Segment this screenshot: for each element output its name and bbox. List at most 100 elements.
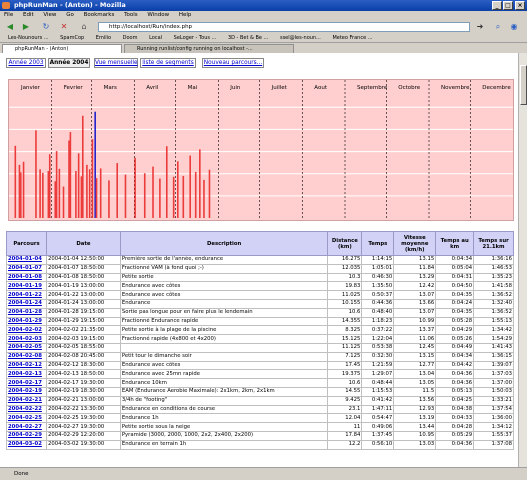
go-icon[interactable]: ➜ <box>474 21 486 33</box>
parcours-link[interactable]: 2004-02-21 <box>6 395 47 406</box>
address-bar[interactable]: http://localhost/Run/index.php <box>98 22 470 32</box>
run-time-21km: 1:41:58 <box>473 281 514 292</box>
link-nouveau-parcours[interactable]: Nouveau parcours... <box>202 58 264 68</box>
parcours-link[interactable]: 2004-01-07 <box>6 263 47 274</box>
run-description: Petit tour le dimanche soir <box>119 351 329 362</box>
tab-label: phpRunMan - (Anton) <box>15 46 69 52</box>
parcours-link[interactable]: 2004-02-17 <box>6 378 47 388</box>
col-distance[interactable]: Distance (km) <box>327 231 363 256</box>
run-time: 0:32:30 <box>361 351 395 362</box>
tab-phprunman[interactable]: phpRunMan - (Anton) <box>2 44 122 53</box>
col-temps[interactable]: Temps <box>361 231 395 256</box>
bookmark-item[interactable]: Local <box>149 35 162 41</box>
chart-bar <box>199 149 201 218</box>
parcours-link[interactable]: 2004-02-25 <box>6 413 47 424</box>
tab-running-config[interactable]: Running runlist/config running on localh… <box>124 44 294 53</box>
parcours-link[interactable]: 2004-02-19 <box>6 386 47 397</box>
run-date: 2004-02-13 18:50:00 <box>45 369 121 380</box>
minimize-button[interactable]: _ <box>492 1 502 10</box>
table-row: 2004-02-17 2004-02-17 19:30:00 Endurance 1… <box>6 378 514 388</box>
parcours-link[interactable]: 2004-01-28 <box>6 307 47 318</box>
mozilla-app-icon <box>2 2 10 9</box>
back-icon[interactable]: ◀ <box>4 21 16 33</box>
run-pace: 0:04:36 <box>435 378 475 388</box>
bookmark-item[interactable]: 3D - Bet & Be ... <box>228 35 268 41</box>
run-distance: 11.125 <box>327 342 363 353</box>
bookmark-item[interactable]: Meteo France ... <box>332 35 372 41</box>
menu-window[interactable]: Window <box>147 12 169 18</box>
close-button[interactable]: × <box>515 1 525 10</box>
chart-bar <box>94 111 96 218</box>
bookmark-item[interactable]: Doom <box>123 35 138 41</box>
menu-help[interactable]: Help <box>179 12 192 18</box>
menu-bookmarks[interactable]: Bookmarks <box>84 12 115 18</box>
chart-month-label: Octobre <box>398 85 421 91</box>
run-date: 2004-02-19 18:30:00 <box>45 386 121 397</box>
col-description[interactable]: Description <box>119 231 329 256</box>
parcours-link[interactable]: 2004-01-22 <box>6 290 47 300</box>
run-speed: 13.03 <box>393 439 437 450</box>
parcours-link[interactable]: 2004-01-29 <box>6 316 47 327</box>
parcours-link[interactable]: 2004-02-02 <box>6 325 47 336</box>
run-time-21km: 1:34:12 <box>473 422 514 432</box>
run-speed: 13.07 <box>393 307 437 318</box>
vertical-scrollbar[interactable] <box>518 53 527 467</box>
scrollbar-thumb[interactable] <box>520 65 527 105</box>
home-icon[interactable]: ⌂ <box>78 21 90 33</box>
run-time: 1:37:45 <box>361 430 395 441</box>
run-date: 2004-02-17 19:30:00 <box>45 378 121 388</box>
run-date: 2004-02-29 12:20:00 <box>45 430 121 441</box>
maximize-button[interactable]: □ <box>503 1 513 10</box>
run-time-21km: 1:36:15 <box>473 351 514 362</box>
parcours-link[interactable]: 2004-02-12 <box>6 360 47 371</box>
run-description: Endurance 10km <box>119 378 329 388</box>
bookmark-item[interactable]: SpamCop <box>60 35 84 41</box>
col-temps-21km[interactable]: Temps sur 21.1km <box>473 231 514 256</box>
parcours-link[interactable]: 2004-02-29 <box>6 430 47 441</box>
bookmark-item[interactable]: Les-Nounours ... <box>8 35 49 41</box>
bookmark-item[interactable]: SeLoger - Tous ... <box>174 35 217 41</box>
link-liste-segments[interactable]: liste de segments <box>140 58 196 68</box>
col-date[interactable]: Date <box>45 231 121 256</box>
parcours-link[interactable]: 2004-01-04 <box>6 255 47 265</box>
link-annee-2003[interactable]: Année 2003 <box>6 58 46 68</box>
run-description: Fractionné Endurance rapide <box>119 316 329 327</box>
menu-view[interactable]: View <box>43 12 56 18</box>
parcours-link[interactable]: 2004-02-03 <box>6 334 47 344</box>
table-row: 2004-01-24 2004-01-24 13:00:00 Endurance 10… <box>6 298 514 309</box>
reload-icon[interactable]: ↻ <box>40 21 52 33</box>
navigation-toolbar: ◀ ▶ ↻ ✕ ⌂ http://localhost/Run/index.php… <box>0 20 527 34</box>
forward-icon[interactable]: ▶ <box>20 21 32 33</box>
col-temps-km[interactable]: Temps au km <box>435 231 475 256</box>
run-speed: 13.19 <box>393 413 437 424</box>
parcours-link[interactable]: 2004-02-13 <box>6 369 47 380</box>
bookmark-item[interactable]: ssel@les-noun... <box>280 35 321 41</box>
chart-bar <box>22 161 25 218</box>
menu-file[interactable]: File <box>4 12 13 18</box>
run-speed: 13.56 <box>393 395 437 406</box>
parcours-link[interactable]: 2004-02-08 <box>6 351 47 362</box>
menu-go[interactable]: Go <box>66 12 74 18</box>
chart-bar <box>143 173 146 218</box>
menu-tools[interactable]: Tools <box>124 12 138 18</box>
chart-bar <box>77 153 80 218</box>
col-parcours[interactable]: Parcours <box>6 231 47 256</box>
run-description: EAM (Endurance Aerobie Maximale): 2x1km,… <box>119 386 329 397</box>
col-vitesse[interactable]: Vitesse moyenne (km/h) <box>393 231 437 256</box>
menu-edit[interactable]: Edit <box>23 12 34 18</box>
search-icon[interactable]: ⌕ <box>492 21 504 33</box>
parcours-link[interactable]: 2004-01-24 <box>6 298 47 309</box>
bookmark-item[interactable]: Emilio <box>96 35 111 41</box>
chart-bar <box>54 181 57 218</box>
link-annee-2004[interactable]: Année 2004 <box>48 58 90 68</box>
stop-icon[interactable]: ✕ <box>58 21 70 33</box>
parcours-link[interactable]: 2004-02-22 <box>6 404 47 415</box>
parcours-link[interactable]: 2004-03-02 <box>6 439 47 450</box>
link-vue-mensuelle[interactable]: Vue mensuelle <box>94 58 138 68</box>
run-speed: 12.45 <box>393 342 437 353</box>
parcours-link[interactable]: 2004-02-27 <box>6 422 47 432</box>
parcours-link[interactable]: 2004-02-05 <box>6 342 47 353</box>
parcours-link[interactable]: 2004-01-08 <box>6 272 47 283</box>
chart-month-label: Juillet <box>271 85 288 91</box>
parcours-link[interactable]: 2004-01-19 <box>6 281 47 292</box>
